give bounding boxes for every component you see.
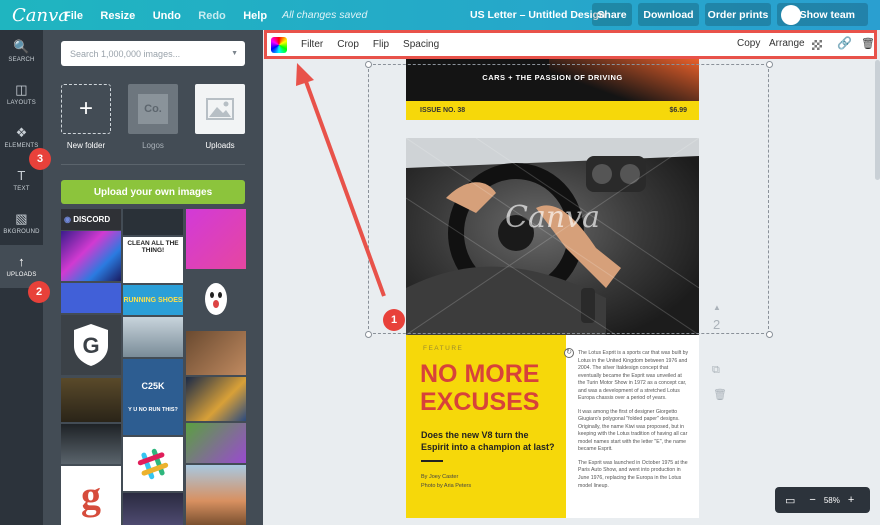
step-badge-1: 1 [383, 309, 405, 331]
step-badge-2: 2 [28, 281, 50, 303]
step-badge-3: 3 [29, 148, 51, 170]
zoom-out-button[interactable]: − [809, 494, 815, 506]
zoom-control: ▭ − 58% + [775, 487, 870, 513]
zoom-in-button[interactable]: + [848, 494, 854, 506]
present-icon[interactable]: ▭ [785, 494, 795, 507]
zoom-level[interactable]: 58% [824, 496, 840, 505]
annotation-arrow [296, 63, 386, 297]
